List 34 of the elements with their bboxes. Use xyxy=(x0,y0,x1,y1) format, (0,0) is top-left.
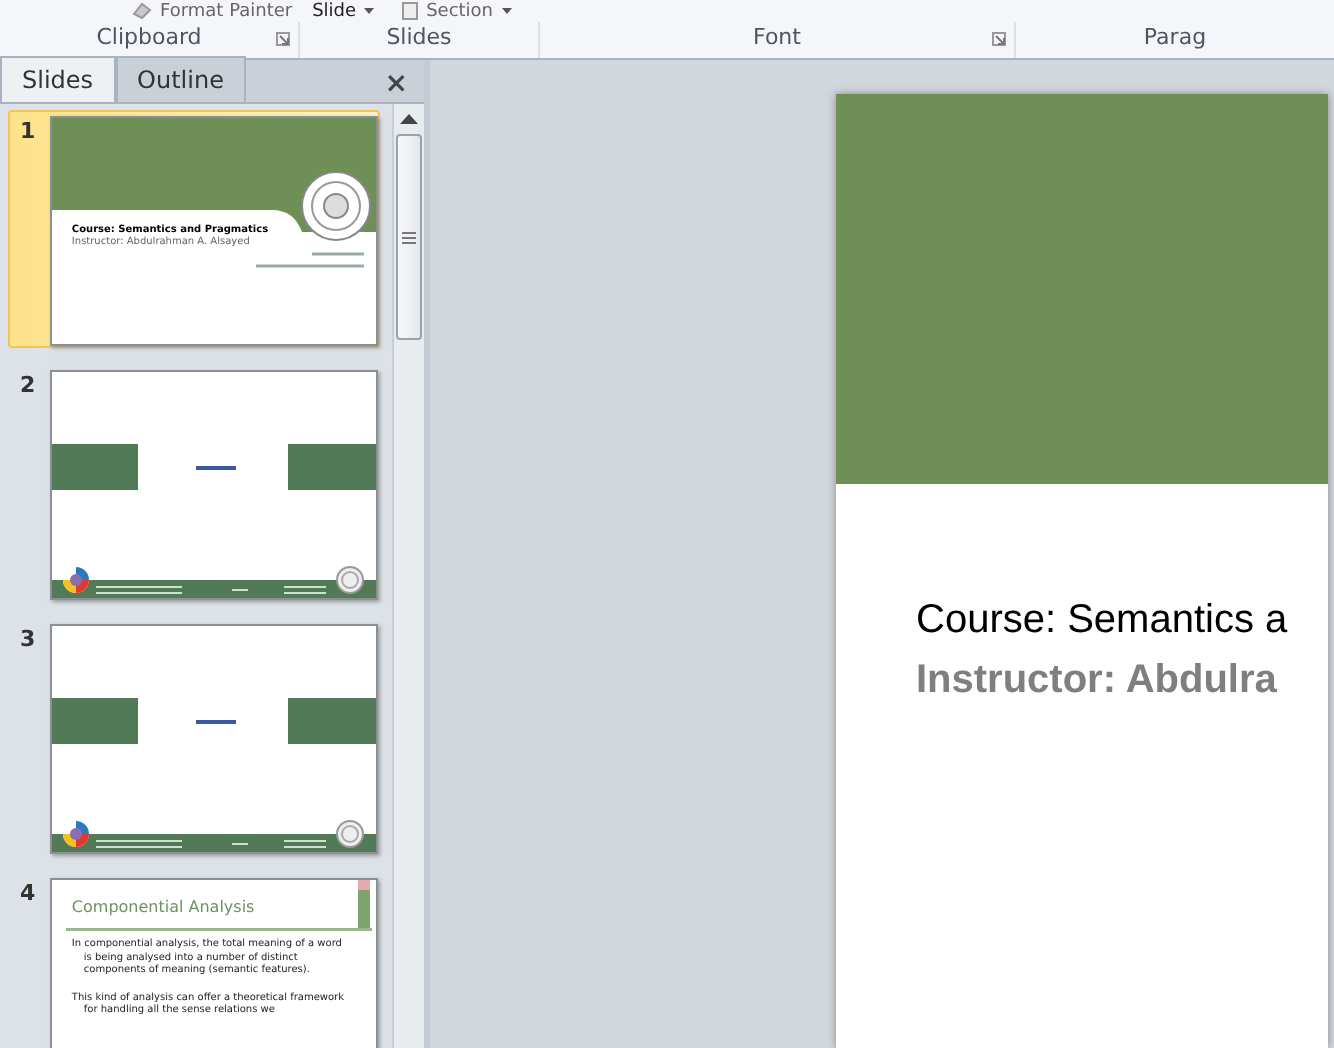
grip-icon xyxy=(402,231,416,243)
section-button[interactable]: Section xyxy=(426,1,494,21)
logo-icon xyxy=(61,566,90,594)
dialog-launcher-icon[interactable] xyxy=(276,32,290,46)
title-line-drawing xyxy=(195,466,236,472)
slide-subtitle-text: Instructor: Abdulra xyxy=(916,656,1279,706)
group-label: Slides xyxy=(386,22,452,54)
slide-title-text: Course: Semantics a xyxy=(916,596,1290,646)
caret-icon xyxy=(501,8,512,14)
slide-number: 1 xyxy=(20,116,38,148)
caret-icon xyxy=(364,8,375,14)
slide-number: 2 xyxy=(20,370,38,402)
scroll-up-icon[interactable] xyxy=(400,114,418,124)
group-label: Parag xyxy=(1143,22,1207,54)
slide-thumbnail[interactable] xyxy=(49,878,378,1048)
panel-tab[interactable]: Outline xyxy=(115,56,246,102)
panel-tab[interactable]: Slides xyxy=(0,56,116,102)
group-label: Clipboard xyxy=(96,22,202,54)
seal-icon xyxy=(299,170,372,242)
logo-icon xyxy=(61,820,90,848)
slide-title-text: Componential Analysis xyxy=(71,900,255,918)
title-line-drawing xyxy=(195,720,236,726)
text-lines-drawing xyxy=(251,252,368,272)
scrollbar-thumb[interactable] xyxy=(396,134,422,340)
format-painter-button[interactable]: Format Painter xyxy=(160,1,293,21)
slide-number: 3 xyxy=(20,624,38,656)
brush-icon xyxy=(132,2,152,20)
seal-icon xyxy=(335,566,364,594)
seal-icon xyxy=(335,820,364,848)
close-button[interactable]: × xyxy=(384,66,408,102)
dialog-launcher-icon[interactable] xyxy=(992,32,1006,46)
group-label: Font xyxy=(753,22,801,54)
slide-button[interactable]: Slide xyxy=(312,1,357,21)
slide-number: 4 xyxy=(20,878,38,910)
